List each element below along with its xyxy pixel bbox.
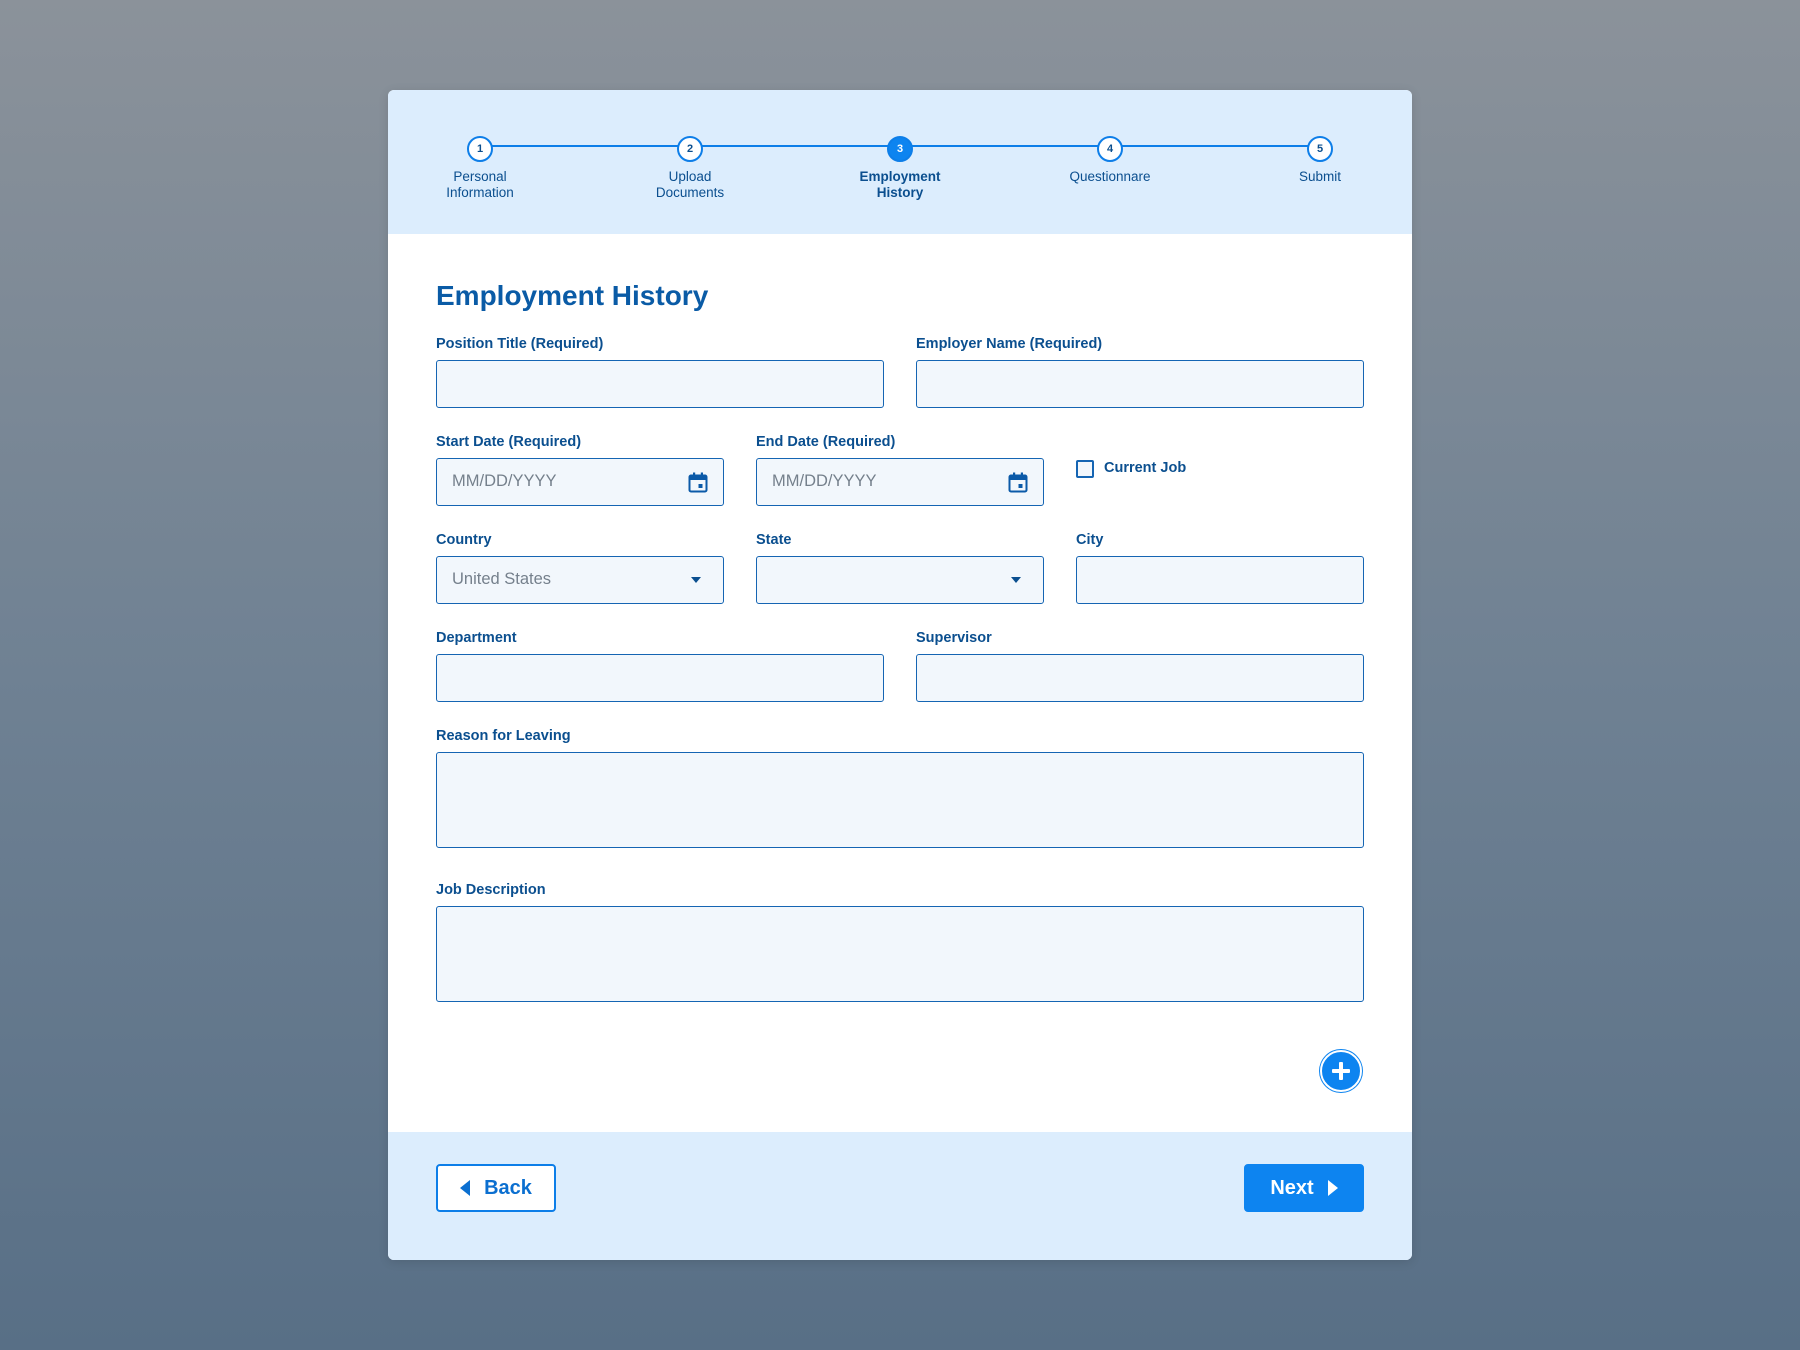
end-date-placeholder: MM/DD/YYYY [772,472,877,490]
step-number: 1 [467,136,493,162]
supervisor-label: Supervisor [916,630,992,646]
calendar-icon[interactable] [1008,472,1028,493]
next-button-label: Next [1270,1176,1314,1199]
country-value: United States [452,570,552,588]
next-button[interactable]: Next [1244,1164,1364,1212]
progress-stepper: 1 Personal Information 2 Upload Document… [388,90,1412,234]
current-job-checkbox[interactable] [1076,460,1094,478]
city-input[interactable] [1076,556,1364,604]
step-label: Upload Documents [655,169,725,200]
department-label: Department [436,630,517,646]
country-select[interactable]: United States [436,556,724,604]
form-footer: Back Next [388,1132,1412,1260]
state-select[interactable] [756,556,1044,604]
country-label: Country [436,532,492,548]
step-number: 5 [1307,136,1333,162]
back-button-label: Back [484,1176,532,1199]
caret-left-icon [460,1180,471,1196]
step-number: 4 [1097,136,1123,162]
step-number: 2 [677,136,703,162]
employer-name-label: Employer Name (Required) [916,336,1103,352]
position-title-label: Position Title (Required) [436,336,604,352]
end-date-label: End Date (Required) [756,434,896,450]
employment-form-card: 1 Personal Information 2 Upload Document… [388,90,1412,1260]
step-personal-information[interactable]: 1 Personal Information [400,136,560,201]
reason-for-leaving-label: Reason for Leaving [436,728,571,744]
city-label: City [1076,532,1104,548]
employer-name-input[interactable] [916,360,1364,408]
current-job-label[interactable]: Current Job [1104,460,1186,476]
page-title: Employment History [436,280,709,311]
chevron-down-icon [1011,577,1021,583]
step-submit[interactable]: 5 Submit [1240,136,1400,185]
state-label: State [756,532,792,548]
step-questionnaire[interactable]: 4 Questionnare [1030,136,1190,185]
supervisor-input[interactable] [916,654,1364,702]
start-date-input[interactable]: MM/DD/YYYY [436,458,724,506]
step-label: Questionnare [1069,169,1151,184]
end-date-input[interactable]: MM/DD/YYYY [756,458,1044,506]
step-employment-history[interactable]: 3 Employment History [820,136,980,201]
caret-right-icon [1327,1180,1338,1196]
job-description-textarea[interactable] [436,906,1364,1002]
calendar-icon[interactable] [688,472,708,493]
reason-for-leaving-textarea[interactable] [436,752,1364,848]
add-employment-button[interactable] [1320,1050,1362,1092]
job-description-label: Job Description [436,882,546,898]
department-input[interactable] [436,654,884,702]
step-number: 3 [887,136,913,162]
start-date-label: Start Date (Required) [436,434,582,450]
back-button[interactable]: Back [436,1164,556,1212]
position-title-input[interactable] [436,360,884,408]
step-label: Submit [1298,169,1342,184]
step-label: Employment History [859,169,941,200]
step-upload-documents[interactable]: 2 Upload Documents [610,136,770,201]
start-date-placeholder: MM/DD/YYYY [452,472,557,490]
step-label: Personal Information [446,169,514,200]
chevron-down-icon [691,577,701,583]
